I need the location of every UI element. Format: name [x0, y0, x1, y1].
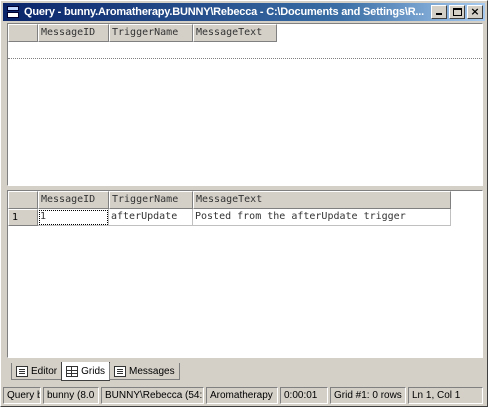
column-header-messagetext[interactable]: MessageText [193, 191, 451, 209]
column-header-messagetext[interactable]: MessageText [193, 24, 277, 42]
status-database: Aromatherapy [206, 387, 278, 404]
cell-messagetext[interactable]: Posted from the afterUpdate trigger [193, 209, 451, 226]
cell-triggername[interactable]: afterUpdate [109, 209, 193, 226]
results-grid-1[interactable]: MessageID TriggerName MessageText [7, 23, 483, 186]
column-header-triggername[interactable]: TriggerName [109, 191, 193, 209]
tab-label: Grids [81, 365, 106, 377]
title-bar[interactable]: Query - bunny.Aromatherapy.BUNNY\Rebecca… [3, 3, 485, 21]
messages-icon [114, 365, 127, 377]
column-header-triggername[interactable]: TriggerName [109, 24, 193, 42]
close-button[interactable]: × [467, 5, 483, 19]
empty-result-row [8, 42, 482, 59]
tab-grids[interactable]: Grids [61, 362, 111, 381]
close-icon: × [470, 5, 480, 18]
window-title: Query - bunny.Aromatherapy.BUNNY\Rebecca… [24, 6, 425, 18]
status-cursor-position: Ln 1, Col 1 [408, 387, 483, 404]
query-window-icon[interactable] [6, 5, 20, 19]
status-query: Query b [3, 387, 41, 404]
status-elapsed-time: 0:00:01 [280, 387, 328, 404]
pane-tabs: Editor Grids Messages [11, 362, 180, 381]
grid-header: MessageID TriggerName MessageText [8, 191, 482, 209]
tab-label: Messages [129, 365, 175, 377]
tab-editor[interactable]: Editor [11, 363, 63, 380]
minimize-button[interactable] [431, 5, 447, 19]
maximize-icon [452, 8, 462, 16]
results-grid-2[interactable]: MessageID TriggerName MessageText 1 1 af… [7, 190, 483, 358]
cell-messageid[interactable]: 1 [38, 209, 109, 226]
grid-icon [66, 365, 79, 377]
table-row[interactable]: 1 1 afterUpdate Posted from the afterUpd… [8, 209, 482, 226]
column-header-messageid[interactable]: MessageID [38, 24, 109, 42]
status-server: bunny (8.0 [43, 387, 99, 404]
column-header-messageid[interactable]: MessageID [38, 191, 109, 209]
query-window: Query - bunny.Aromatherapy.BUNNY\Rebecca… [0, 0, 488, 407]
status-bar: Query b bunny (8.0 BUNNY\Rebecca (54: Ar… [3, 386, 485, 405]
editor-icon [16, 365, 28, 377]
tab-label: Editor [31, 365, 58, 377]
status-grid-rows: Grid #1: 0 rows [330, 387, 406, 404]
tab-messages[interactable]: Messages [109, 363, 180, 380]
minimize-icon [436, 13, 442, 15]
row-header-corner[interactable] [8, 191, 38, 209]
row-header-corner[interactable] [8, 24, 38, 42]
row-number[interactable]: 1 [8, 209, 38, 226]
grid-header: MessageID TriggerName MessageText [8, 24, 482, 42]
status-user: BUNNY\Rebecca (54: [101, 387, 204, 404]
maximize-button[interactable] [449, 5, 465, 19]
